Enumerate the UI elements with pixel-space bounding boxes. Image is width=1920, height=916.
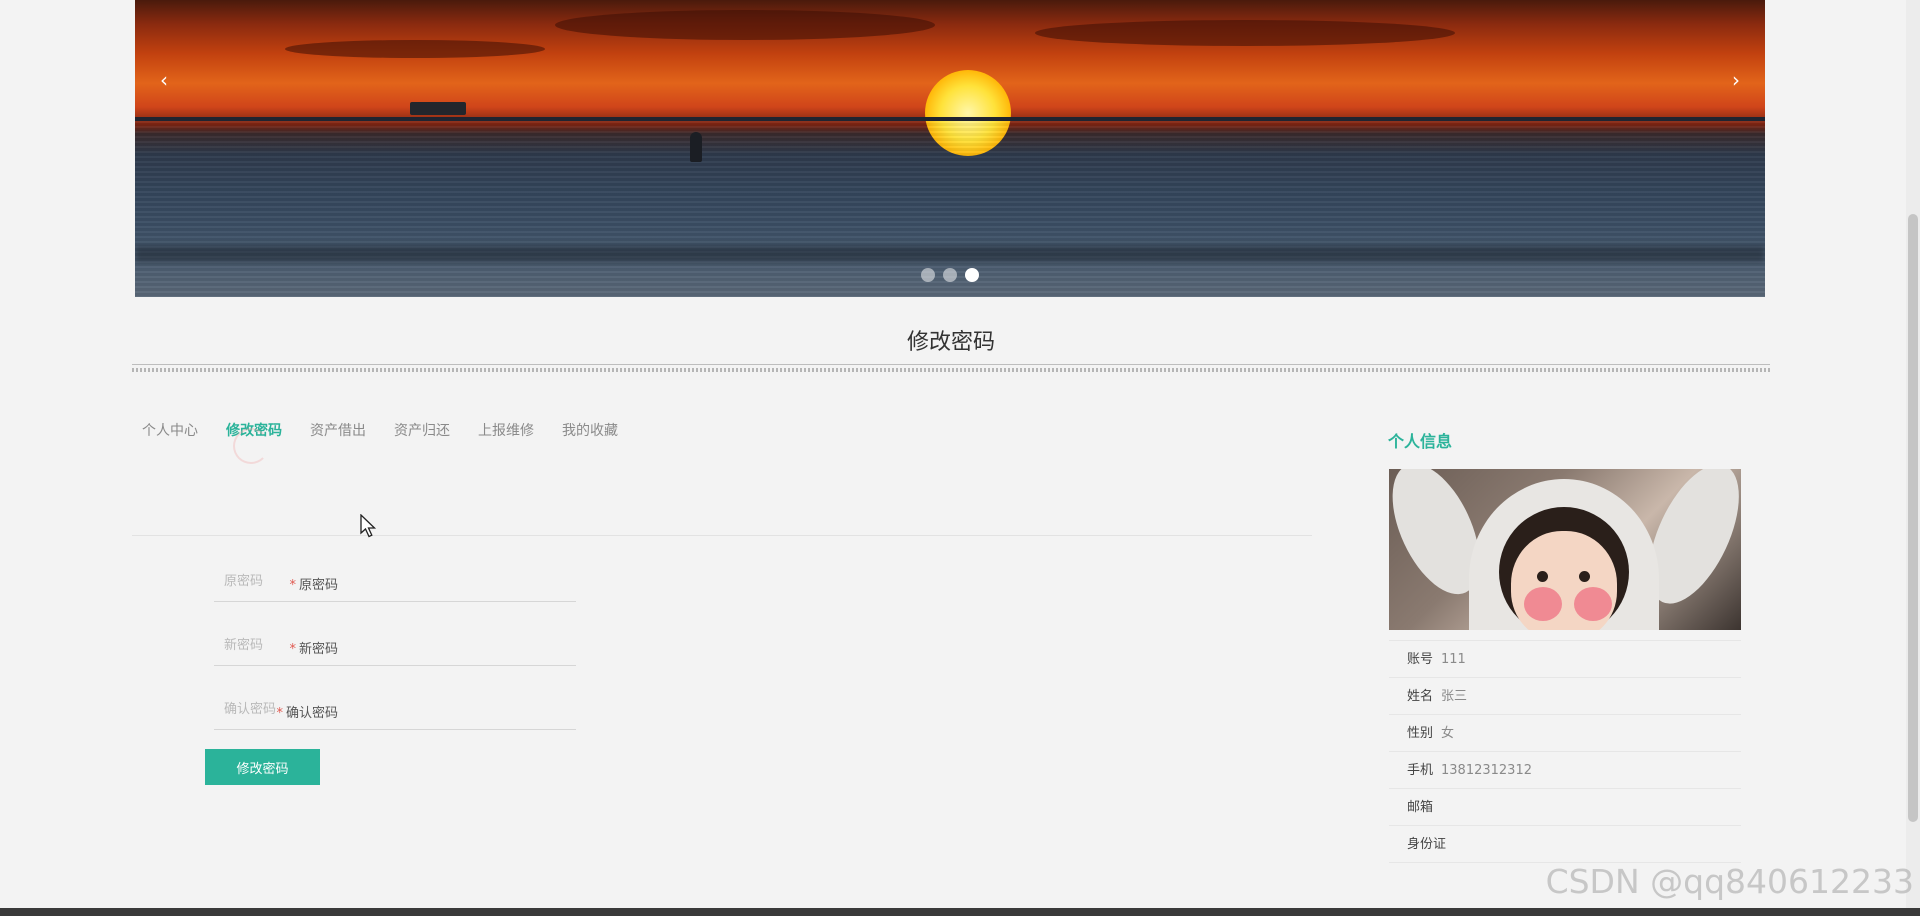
- form-row-confirm-password: * 确认密码: [132, 690, 592, 730]
- loading-spinner-icon: [233, 428, 269, 464]
- chevron-right-icon: ›: [1732, 68, 1740, 92]
- chevron-left-icon: ‹: [160, 68, 168, 92]
- taskbar-strip: [0, 908, 1920, 916]
- tab-report-repair[interactable]: 上报维修: [478, 420, 534, 440]
- banner-cloud: [285, 40, 545, 58]
- personal-info-title: 个人信息: [1388, 432, 1453, 451]
- banner-cloud: [1035, 20, 1455, 46]
- banner-cloud: [555, 10, 935, 40]
- banner-shore: [135, 246, 1765, 262]
- avatar: [1389, 469, 1741, 630]
- info-row-account: 账号 111: [1389, 641, 1741, 678]
- page-title: 修改密码: [906, 330, 995, 355]
- tab-my-favorites[interactable]: 我的收藏: [562, 420, 618, 440]
- content-divider: [132, 535, 1312, 536]
- watermark: CSDN @qq840612233: [1545, 862, 1914, 901]
- banner-ship: [410, 102, 466, 115]
- info-row-id-card: 身份证: [1389, 826, 1741, 863]
- form-row-old-password: * 原密码: [132, 562, 592, 602]
- banner-dot-2[interactable]: [943, 268, 957, 282]
- confirm-password-input[interactable]: [214, 690, 576, 730]
- banner-dot-1[interactable]: [921, 268, 935, 282]
- tab-asset-return[interactable]: 资产归还: [394, 420, 450, 440]
- banner-dot-3[interactable]: [965, 268, 979, 282]
- page-scrollbar[interactable]: [1906, 0, 1920, 916]
- tab-asset-lend[interactable]: 资产借出: [310, 420, 366, 440]
- scrollbar-thumb[interactable]: [1908, 214, 1918, 822]
- page: ‹ › 修改密码 个人中心 修改密码 资产借出 资产归还 上报维修 我的收藏 *…: [0, 0, 1920, 916]
- mouse-cursor-icon: [360, 514, 377, 538]
- user-center-tabs: 个人中心 修改密码 资产借出 资产归还 上报维修 我的收藏: [142, 420, 618, 440]
- info-row-email: 邮箱: [1389, 789, 1741, 826]
- info-row-name: 姓名 张三: [1389, 678, 1741, 715]
- title-divider: [132, 364, 1770, 374]
- banner-dots: [921, 268, 979, 282]
- new-password-input[interactable]: [214, 626, 576, 666]
- banner-prev-button[interactable]: ‹: [152, 68, 176, 92]
- tab-personal-center[interactable]: 个人中心: [142, 420, 198, 440]
- change-password-button[interactable]: 修改密码: [205, 749, 320, 785]
- banner-carousel: ‹ ›: [135, 0, 1765, 297]
- old-password-input[interactable]: [214, 562, 576, 602]
- form-row-new-password: * 新密码: [132, 626, 592, 666]
- banner-buoy: [690, 132, 702, 162]
- info-row-phone: 手机 13812312312: [1389, 752, 1741, 789]
- info-row-gender: 性别女: [1389, 715, 1741, 752]
- banner-next-button[interactable]: ›: [1724, 68, 1748, 92]
- personal-info-list: 账号 111 姓名 张三 性别女 手机 13812312312 邮箱 身份证: [1389, 640, 1741, 863]
